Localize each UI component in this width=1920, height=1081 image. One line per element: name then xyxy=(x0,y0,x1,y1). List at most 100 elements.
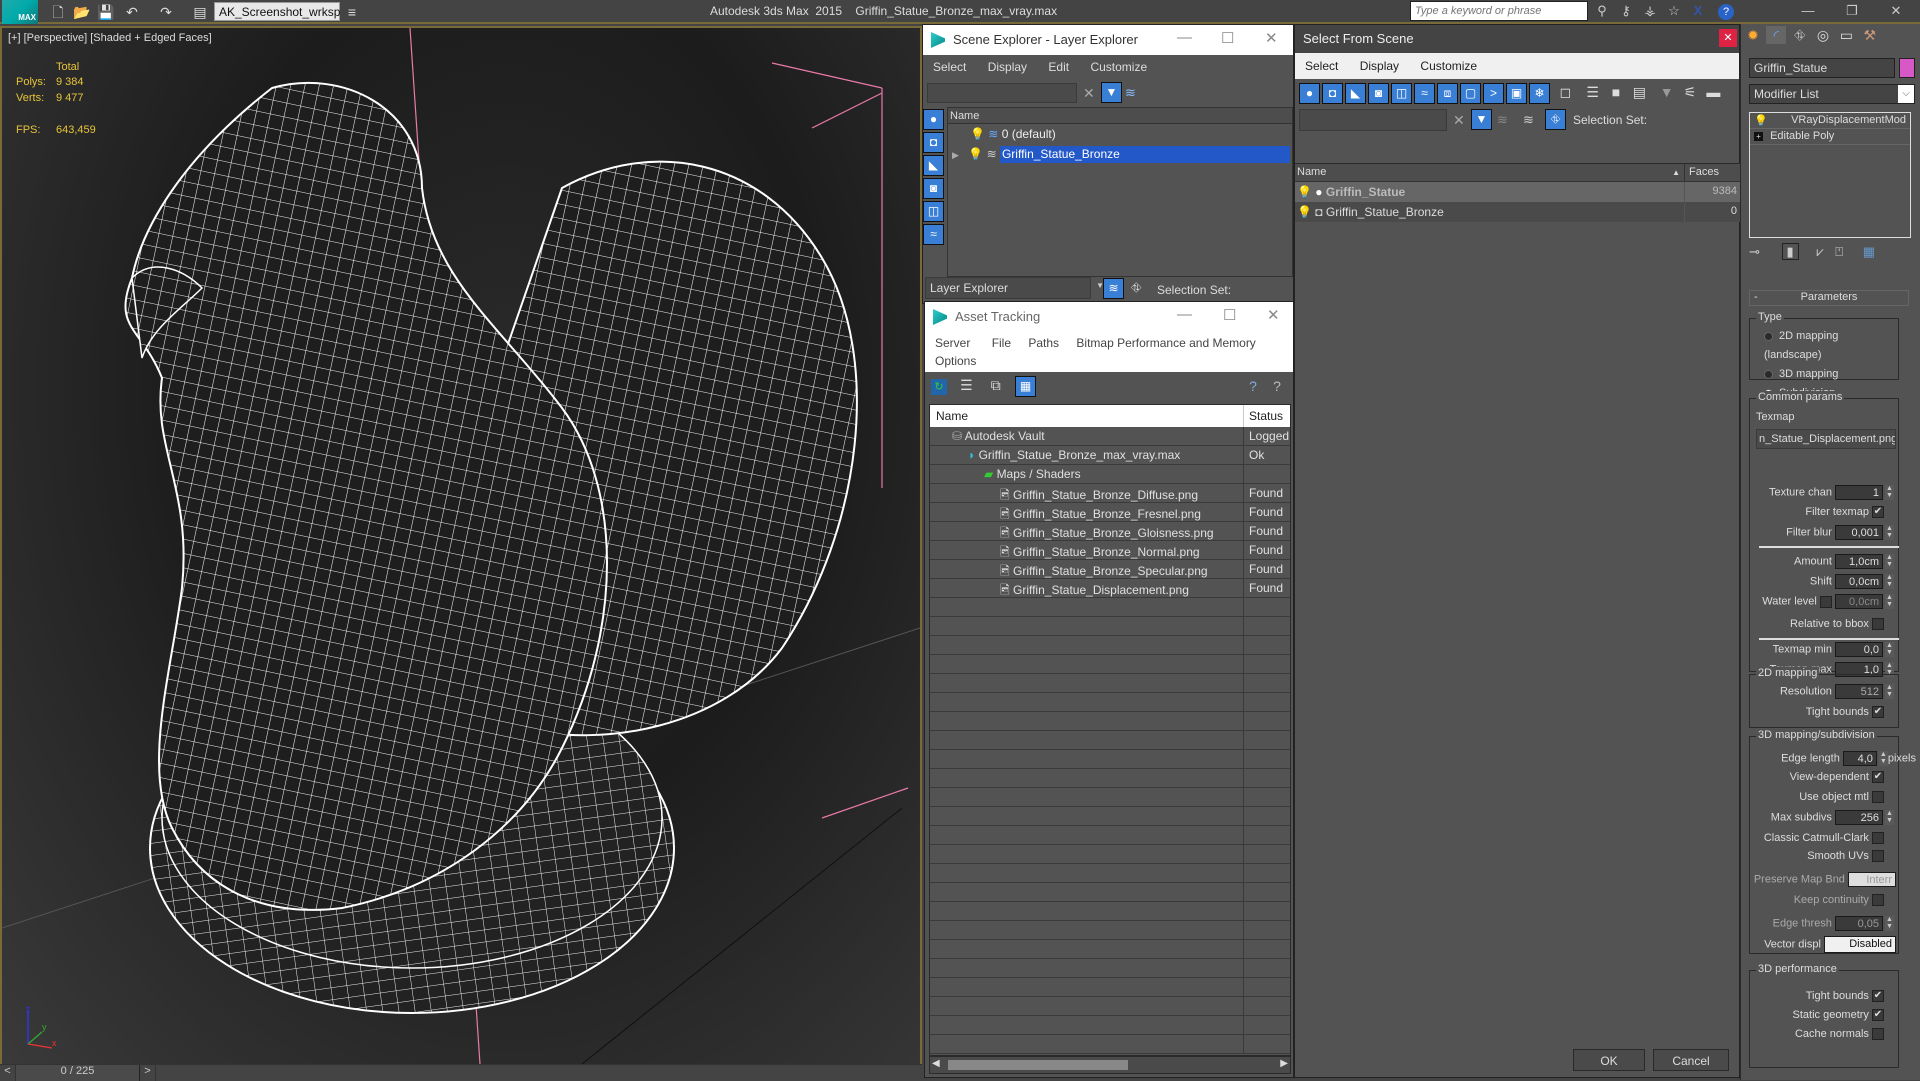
menu-customize[interactable]: Customize xyxy=(1090,60,1147,74)
maximize-icon[interactable]: ☐ xyxy=(1223,306,1236,324)
layer-row[interactable]: 💡 ≋ 0 (default) xyxy=(948,124,1292,144)
asset-row[interactable]: 🖻 Griffin_Statue_Bronze_Specular.png Foun… xyxy=(930,560,1290,579)
menu-select[interactable]: Select xyxy=(933,60,966,74)
redo-icon[interactable]: ↷ xyxy=(156,3,176,21)
expand-plus-icon[interactable]: + xyxy=(1754,132,1763,141)
smooth-uvs-checkbox[interactable] xyxy=(1872,850,1884,863)
scene-explorer-search-input[interactable] xyxy=(927,83,1077,103)
texture-chan-input[interactable]: 1 xyxy=(1835,485,1883,500)
configure-sets-icon[interactable]: ▦ xyxy=(1863,244,1875,259)
customize-toolbar-icon[interactable]: ≡ xyxy=(342,3,362,21)
menu-bitmap-performance[interactable]: Bitmap Performance and Memory xyxy=(1076,336,1255,350)
search-input[interactable] xyxy=(1410,1,1588,21)
column-header-name[interactable]: Name xyxy=(948,108,1292,124)
help-icon[interactable]: ? xyxy=(1267,377,1287,395)
display-none-icon[interactable]: ■ xyxy=(1606,83,1626,101)
filter-icon[interactable]: ▼ xyxy=(1101,82,1122,103)
containers-filter-icon[interactable]: ▣ xyxy=(1506,83,1527,104)
asset-row[interactable]: ◗ Griffin_Statue_Bronze_max_vray.max Ok xyxy=(930,446,1290,465)
hierarchy-tab-icon[interactable]: ⛗ xyxy=(1790,26,1810,44)
column-header-status[interactable]: Status xyxy=(1244,405,1290,427)
geometry-filter-icon[interactable]: ● xyxy=(1299,83,1320,104)
filter-texmap-checkbox[interactable]: ✔ xyxy=(1872,506,1884,519)
texmap-button[interactable]: n_Statue_Displacement.png) xyxy=(1756,429,1896,449)
key-icon[interactable]: ⚷ xyxy=(1616,3,1636,21)
display-all-icon[interactable]: ☰ xyxy=(1583,83,1603,101)
bones-filter-icon[interactable]: > xyxy=(1483,83,1504,104)
asset-row[interactable]: 🖻 Griffin_Statue_Bronze_Diffuse.png Found xyxy=(930,484,1290,503)
explorer-type-dropdown[interactable]: Layer Explorer ▼ xyxy=(925,277,1104,299)
spacewarps-filter-icon[interactable]: ≈ xyxy=(923,224,944,245)
menu-select[interactable]: Select xyxy=(1305,59,1338,73)
display-invert-icon[interactable]: ▤ xyxy=(1629,83,1649,101)
scene-explorer-titlebar[interactable]: Scene Explorer - Layer Explorer — ☐ ✕ xyxy=(923,25,1293,55)
utilities-tab-icon[interactable]: ⚒ xyxy=(1860,26,1880,44)
select-from-scene-titlebar[interactable]: Select From Scene ✕ xyxy=(1295,25,1739,53)
close-icon[interactable]: ✕ xyxy=(1886,3,1906,21)
open-file-icon[interactable]: 📂 xyxy=(72,3,92,21)
scroll-right-icon[interactable]: ▶ xyxy=(1280,1058,1288,1069)
layers-highlight-icon[interactable]: ≋ xyxy=(1125,85,1136,101)
spinner-icon[interactable]: ▲ ▼ xyxy=(1885,642,1894,657)
menu-display[interactable]: Display xyxy=(1360,59,1399,73)
menu-edit[interactable]: Edit xyxy=(1048,60,1069,74)
asset-row[interactable]: 🖻 Griffin_Statue_Bronze_Gloisness.png Fou… xyxy=(930,522,1290,541)
spinner-icon[interactable]: ▲ ▼ xyxy=(1885,916,1894,931)
workspace-dropdown[interactable]: AK_Screenshot_wrksp xyxy=(214,2,340,21)
shift-input[interactable]: 0,0cm xyxy=(1835,574,1883,589)
water-level-checkbox[interactable] xyxy=(1819,595,1832,608)
clear-search-icon[interactable]: ✕ xyxy=(1453,112,1465,129)
menu-customize[interactable]: Customize xyxy=(1420,59,1477,73)
shapes-filter-icon[interactable]: ◘ xyxy=(1322,83,1343,104)
filter-options-icon[interactable]: ⚟ xyxy=(1680,83,1700,101)
preserve-map-bnd-dropdown[interactable]: Interr xyxy=(1848,872,1896,887)
binoculars-icon[interactable]: ⚲ xyxy=(1592,3,1612,21)
lights-filter-icon[interactable]: ◣ xyxy=(1345,83,1366,104)
modify-tab-icon[interactable]: ◜ xyxy=(1766,26,1787,44)
object-row-selected[interactable]: 💡 ● Griffin_Statue 9384 xyxy=(1295,182,1741,202)
cameras-filter-icon[interactable]: ◙ xyxy=(1368,83,1389,104)
use-object-mtl-checkbox[interactable] xyxy=(1872,791,1884,804)
layer-row-selected[interactable]: ▶ 💡 ≋ Griffin_Statue_Bronze xyxy=(948,144,1292,164)
relative-bbox-checkbox[interactable] xyxy=(1872,618,1884,631)
expand-arrow-icon[interactable]: ▶ xyxy=(952,150,959,160)
create-tab-icon[interactable]: ✹ xyxy=(1743,26,1763,44)
spinner-icon[interactable]: ▲ ▼ xyxy=(1885,684,1894,699)
spinner-icon[interactable]: ▲ ▼ xyxy=(1885,574,1894,589)
funnel-icon[interactable]: ▼ xyxy=(1657,83,1677,101)
menu-paths[interactable]: Paths xyxy=(1028,336,1059,350)
filter-blur-input[interactable]: 0,001 xyxy=(1835,525,1883,540)
close-icon[interactable]: ✕ xyxy=(1267,306,1280,324)
keep-continuity-checkbox[interactable] xyxy=(1872,894,1884,907)
tree-view-icon[interactable]: ⧉ xyxy=(986,376,1006,394)
water-level-input[interactable]: 0,0cm xyxy=(1835,594,1883,609)
minimize-icon[interactable]: — xyxy=(1798,3,1818,21)
catmull-clark-checkbox[interactable] xyxy=(1872,832,1884,845)
shapes-filter-icon[interactable]: ◘ xyxy=(923,132,944,153)
radio-3d-mapping[interactable]: 3D mapping xyxy=(1764,365,1898,384)
edge-length-input[interactable]: 4,0 xyxy=(1842,751,1877,766)
menu-file[interactable]: File xyxy=(992,336,1011,350)
lights-filter-icon[interactable]: ◣ xyxy=(923,155,944,176)
display-tab-icon[interactable]: ▭ xyxy=(1836,26,1856,44)
spinner-icon[interactable]: ▲ ▼ xyxy=(1885,810,1894,825)
pin-stack-icon[interactable]: ⊸ xyxy=(1749,244,1760,259)
menu-options[interactable]: Options xyxy=(935,354,976,368)
radio-2d-mapping[interactable]: 2D mapping (landscape) xyxy=(1764,327,1898,365)
object-row[interactable]: 💡 ◘ Griffin_Statue_Bronze 0 xyxy=(1295,202,1741,222)
visibility-bulb-icon[interactable]: 💡 xyxy=(968,147,983,161)
modifier-stack-item[interactable]: 💡 VRayDisplacementMod xyxy=(1750,113,1910,129)
parameters-rollout-header[interactable]: - Parameters xyxy=(1749,290,1909,306)
visibility-bulb-icon[interactable]: 💡 xyxy=(1297,205,1312,219)
minimize-icon[interactable]: — xyxy=(1177,306,1192,323)
spinner-icon[interactable]: ▲ ▼ xyxy=(1885,594,1894,609)
refresh-icon[interactable]: ↻ xyxy=(931,379,947,395)
modifier-stack-item[interactable]: + Editable Poly xyxy=(1750,129,1910,145)
asset-row[interactable]: ⛁ Autodesk Vault Logged xyxy=(930,427,1290,446)
help-online-icon[interactable]: ? xyxy=(1243,377,1263,395)
exchange-icon[interactable]: X xyxy=(1688,3,1708,21)
column-header-faces[interactable]: Faces xyxy=(1685,164,1741,181)
scroll-left-icon[interactable]: ◀ xyxy=(932,1058,940,1069)
hidden-filter-icon[interactable]: ◻ xyxy=(1555,83,1575,101)
close-button[interactable]: ✕ xyxy=(1719,29,1737,47)
